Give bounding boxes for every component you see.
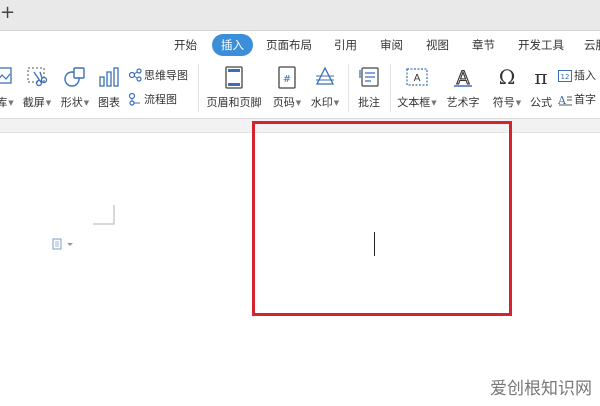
pi-icon: π: [534, 66, 547, 88]
chevron-down-icon: ▼: [333, 99, 340, 107]
tab-home[interactable]: 开始: [174, 34, 197, 56]
new-tab-button[interactable]: +: [0, 2, 15, 24]
title-bar: +: [0, 0, 600, 31]
screenshot-label: 截屏: [22, 96, 45, 109]
drop-cap-icon: A: [557, 94, 572, 107]
tab-view[interactable]: 视图: [426, 34, 449, 56]
comment-button[interactable]: 批注: [352, 64, 386, 114]
svg-text:π: π: [534, 66, 547, 88]
tab-section[interactable]: 章节: [472, 34, 495, 56]
drop-cap-label: 首字: [574, 93, 596, 106]
ribbon-divider: [198, 64, 199, 112]
shapes-button[interactable]: 形状▼: [58, 64, 92, 114]
ribbon-divider: [390, 64, 391, 112]
wordart-icon: A: [454, 66, 472, 88]
text-cursor: [374, 232, 375, 256]
tab-insert[interactable]: 插入: [212, 34, 253, 56]
omega-icon: Ω: [499, 66, 516, 88]
chart-button[interactable]: 图表: [94, 64, 124, 114]
insert-number-button[interactable]: 12 插入: [558, 68, 596, 84]
mindmap-icon: [128, 68, 142, 82]
margin-corner-mark: [93, 205, 115, 225]
tab-references[interactable]: 引用: [334, 34, 357, 56]
gallery-label: 库: [0, 96, 8, 109]
tab-developer[interactable]: 开发工具: [518, 34, 564, 56]
comment-label: 批注: [358, 96, 380, 109]
chevron-down-icon: ▼: [515, 99, 522, 107]
textbox-button[interactable]: A 文本框▼: [394, 64, 440, 114]
chevron-down-icon: ▼: [83, 99, 90, 107]
page-number-label: 页码: [272, 96, 295, 109]
tab-page-layout[interactable]: 页面布局: [266, 34, 312, 56]
svg-text:Ω: Ω: [499, 66, 516, 88]
chevron-down-icon: ▼: [45, 99, 52, 107]
mindmap-label: 思维导图: [144, 69, 188, 82]
shapes-icon: [64, 67, 85, 87]
symbol-button[interactable]: Ω 符号▼: [488, 64, 526, 114]
watermark-icon: [315, 66, 335, 85]
site-watermark: 爱创根知识网: [490, 379, 592, 399]
scissors-crop-icon: [27, 67, 48, 87]
chevron-down-icon: ▼: [431, 99, 437, 107]
textbox-label: 文本框: [397, 96, 431, 109]
flowchart-icon: [128, 92, 140, 106]
svg-text:A: A: [558, 94, 567, 106]
comment-icon: [359, 67, 379, 87]
tab-review[interactable]: 审阅: [380, 34, 403, 56]
drop-cap-button[interactable]: A 首字: [557, 92, 596, 108]
chevron-down-icon: ▼: [8, 99, 14, 107]
ribbon-divider: [348, 64, 349, 112]
number-icon: 12: [558, 70, 572, 82]
textbox-icon: A: [406, 68, 428, 86]
svg-text:12: 12: [561, 73, 570, 81]
svg-text:#: #: [283, 74, 291, 85]
chevron-down-icon: ▼: [295, 99, 302, 107]
ribbon-tabs: 开始 插入 页面布局 引用 审阅 视图 章节 开发工具 云服: [0, 34, 600, 58]
svg-text:A: A: [457, 67, 470, 88]
insert-number-label: 插入: [574, 69, 596, 82]
symbol-label: 符号: [492, 96, 515, 109]
paste-options-icon[interactable]: [52, 238, 78, 250]
formula-label: 公式: [530, 96, 552, 109]
wordart-label: 艺术字: [446, 96, 480, 109]
formula-button[interactable]: π 公式: [526, 64, 556, 114]
shapes-label: 形状: [60, 96, 83, 109]
tab-cloud[interactable]: 云服: [584, 34, 600, 56]
flowchart-label: 流程图: [144, 93, 177, 106]
mindmap-button[interactable]: 思维导图: [128, 68, 188, 84]
picture-icon: [0, 67, 12, 84]
header-footer-label: 页眉和页脚: [206, 96, 262, 109]
gallery-button[interactable]: 库▼: [0, 64, 14, 114]
watermark-label: 水印: [310, 96, 333, 109]
highlight-box: [252, 121, 512, 316]
svg-text:A: A: [414, 73, 421, 84]
chart-label: 图表: [98, 96, 120, 109]
page-number-button[interactable]: # 页码▼: [270, 64, 304, 114]
screenshot-button[interactable]: 截屏▼: [20, 64, 54, 114]
header-footer-button[interactable]: 页眉和页脚: [204, 64, 264, 114]
bar-chart-icon: [99, 67, 119, 87]
wordart-button[interactable]: A 艺术字: [442, 64, 484, 114]
header-footer-icon: [225, 66, 243, 89]
watermark-button[interactable]: 水印▼: [306, 64, 344, 114]
page-number-icon: #: [278, 66, 296, 89]
flowchart-button[interactable]: 流程图: [128, 92, 177, 108]
